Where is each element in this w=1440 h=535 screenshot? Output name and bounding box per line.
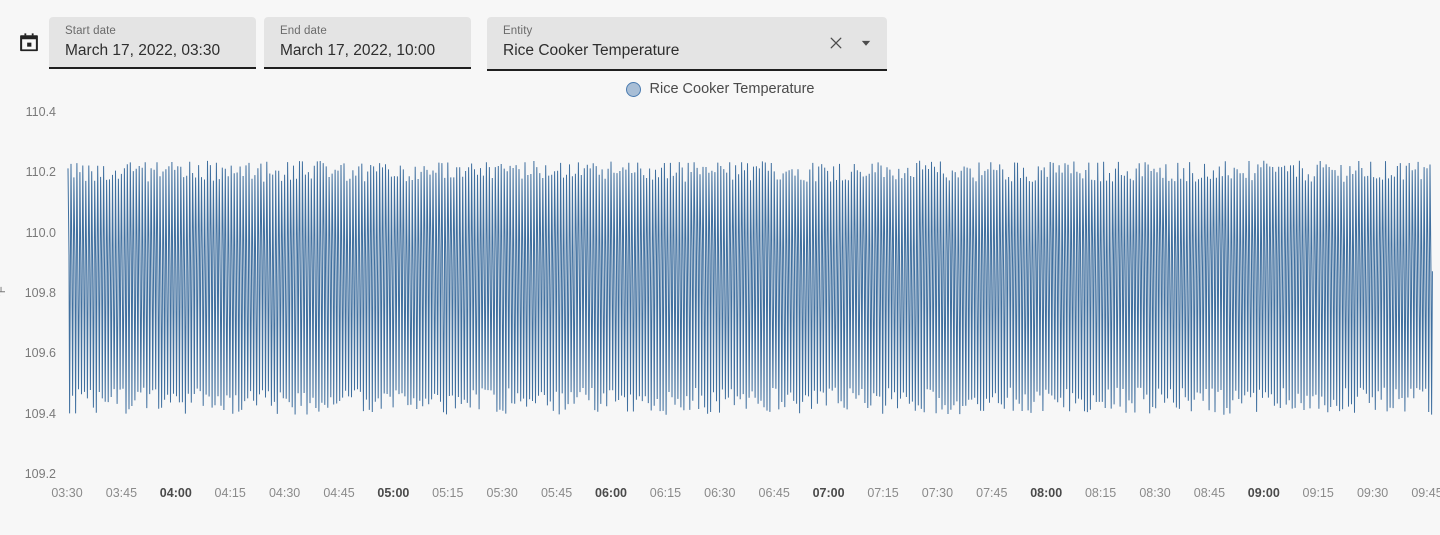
x-axis-tick: 06:45 xyxy=(759,486,790,501)
legend-swatch-rice-cooker-temperature[interactable] xyxy=(626,82,641,97)
chevron-down-icon[interactable] xyxy=(855,32,877,54)
x-axis-tick: 05:30 xyxy=(487,486,518,501)
end-date-field[interactable]: End date March 17, 2022, 10:00 xyxy=(264,17,471,69)
x-axis-tick: 07:30 xyxy=(922,486,953,501)
x-axis-tick: 06:30 xyxy=(704,486,735,501)
y-axis-tick: 109.4 xyxy=(4,407,56,421)
legend-label-rice-cooker-temperature[interactable]: Rice Cooker Temperature xyxy=(650,81,815,98)
chart-legend: Rice Cooker Temperature xyxy=(0,81,1440,98)
x-axis-tick: 04:45 xyxy=(323,486,354,501)
x-axis-tick: 08:15 xyxy=(1085,486,1116,501)
end-date-value: March 17, 2022, 10:00 xyxy=(280,40,435,62)
y-axis-tick: 109.8 xyxy=(4,286,56,300)
x-axis-tick: 08:45 xyxy=(1194,486,1225,501)
y-axis-tick: 110.2 xyxy=(4,165,56,179)
x-axis-tick: 07:45 xyxy=(976,486,1007,501)
x-axis-tick: 03:45 xyxy=(106,486,137,501)
x-axis-tick: 08:30 xyxy=(1139,486,1170,501)
close-icon[interactable] xyxy=(825,32,847,54)
entity-value: Rice Cooker Temperature xyxy=(503,40,679,62)
start-date-field[interactable]: Start date March 17, 2022, 03:30 xyxy=(49,17,256,69)
y-axis-tick: 109.6 xyxy=(4,346,56,360)
x-axis-tick: 04:30 xyxy=(269,486,300,501)
x-axis-tick: 07:00 xyxy=(813,486,845,501)
entity-select-field[interactable]: Entity Rice Cooker Temperature xyxy=(487,17,887,71)
y-axis-tick: 109.2 xyxy=(4,467,56,481)
entity-label: Entity xyxy=(503,24,532,38)
temperature-line-chart: °F 110.4110.2110.0109.8109.6109.4109.2 0… xyxy=(0,100,1440,512)
chart-plot-area[interactable] xyxy=(60,112,1438,474)
start-date-value: March 17, 2022, 03:30 xyxy=(65,40,220,62)
x-axis-tick: 09:15 xyxy=(1303,486,1334,501)
y-axis-tick: 110.4 xyxy=(4,105,56,119)
x-axis-tick: 09:30 xyxy=(1357,486,1388,501)
y-axis-ticks: 110.4110.2110.0109.8109.6109.4109.2 xyxy=(0,100,56,474)
series-rice-cooker-temperature xyxy=(60,112,1438,474)
end-date-label: End date xyxy=(280,24,327,38)
y-axis-tick: 110.0 xyxy=(4,226,56,240)
x-axis-tick: 04:15 xyxy=(215,486,246,501)
x-axis-tick: 06:15 xyxy=(650,486,681,501)
filters-toolbar: Start date March 17, 2022, 03:30 End dat… xyxy=(0,0,1440,80)
x-axis-tick: 04:00 xyxy=(160,486,192,501)
x-axis-ticks: 03:30 03:45 04:00 04:15 04:30 04:45 05:00 05:15… xyxy=(0,486,1440,506)
entity-field-actions xyxy=(825,32,877,54)
x-axis-tick: 09:45 xyxy=(1411,486,1440,501)
x-axis-tick: 07:15 xyxy=(867,486,898,501)
start-date-label: Start date xyxy=(65,24,116,38)
x-axis-tick: 09:00 xyxy=(1248,486,1280,501)
temperature-history-page: Start date March 17, 2022, 03:30 End dat… xyxy=(0,0,1440,535)
x-axis-tick: 03:30 xyxy=(51,486,82,501)
x-axis-tick: 05:45 xyxy=(541,486,572,501)
x-axis-tick: 08:00 xyxy=(1030,486,1062,501)
x-axis-tick: 05:00 xyxy=(377,486,409,501)
x-axis-tick: 05:15 xyxy=(432,486,463,501)
calendar-icon[interactable] xyxy=(17,31,41,55)
x-axis-tick: 06:00 xyxy=(595,486,627,501)
